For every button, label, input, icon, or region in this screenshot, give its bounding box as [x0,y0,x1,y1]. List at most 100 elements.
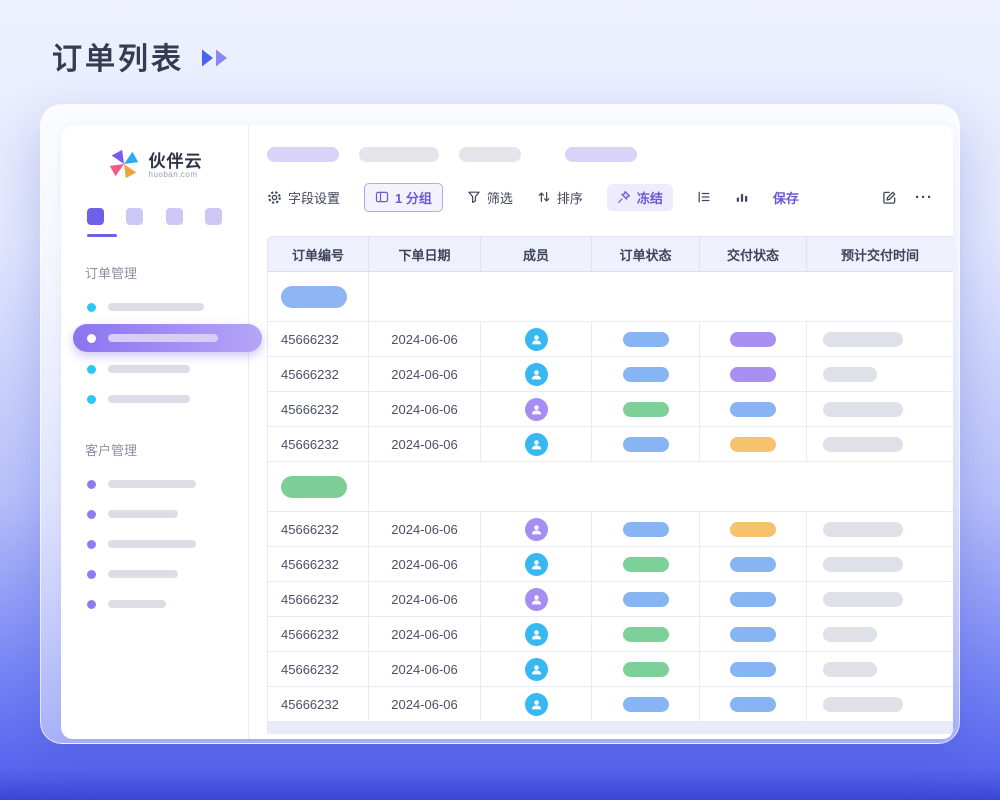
sidebar-tab-3[interactable] [166,208,183,225]
toolbar-chart-button[interactable] [735,190,749,204]
group-header-spacer [369,272,953,322]
sidebar-item[interactable] [61,469,248,499]
group-header-row [267,462,953,512]
sidebar-item[interactable] [61,529,248,559]
toolbar-more-button[interactable]: ··· [915,189,933,206]
toolbar-field-settings-button[interactable]: 字段设置 [267,188,340,207]
group-pill[interactable] [281,286,347,308]
toolbar-filter-button[interactable]: 筛选 [467,188,513,207]
toolbar-freeze-label: 冻结 [637,188,663,207]
order-status-pill [623,332,669,347]
cell-member [481,357,592,392]
order-table: 订单编号下单日期成员订单状态交付状态预计交付时间 456662322024-06… [267,236,953,722]
cell-order-no: 45666232 [267,617,369,652]
cell-delivery-status [700,427,807,462]
eta-skeleton-pill [823,557,903,572]
toolbar-group-button[interactable]: 1 分组 [364,183,443,212]
cell-order-no: 45666232 [267,427,369,462]
logo-domain: huoban.com [149,171,203,180]
column-header-delivery-status[interactable]: 交付状态 [700,236,807,272]
edit-icon [882,190,897,205]
group-icon [375,190,389,204]
table-row[interactable]: 456662322024-06-06 [267,427,953,462]
table-row[interactable]: 456662322024-06-06 [267,582,953,617]
column-header-order-no[interactable]: 订单编号 [267,236,369,272]
group-header-cell [267,462,369,512]
sidebar-item[interactable] [61,589,248,619]
table-row[interactable]: 456662322024-06-06 [267,547,953,582]
sort-icon [537,190,551,204]
toolbar-save-button[interactable]: 保存 [773,188,799,207]
cell-member [481,652,592,687]
cell-order-status [592,547,700,582]
sidebar-item[interactable] [61,354,248,384]
table-row[interactable]: 456662322024-06-06 [267,617,953,652]
sidebar-item[interactable] [61,499,248,529]
order-status-pill [623,592,669,607]
column-header-member[interactable]: 成员 [481,236,592,272]
sidebar-item-active[interactable] [73,324,262,352]
group-header-row [267,272,953,322]
eta-skeleton-pill [823,367,877,382]
sidebar-item[interactable] [61,292,248,322]
cell-member [481,547,592,582]
table-row[interactable]: 456662322024-06-06 [267,392,953,427]
delivery-status-pill [730,332,776,347]
sidebar-item[interactable] [61,384,248,414]
column-header-eta[interactable]: 预计交付时间 [807,236,953,272]
column-header-order-status[interactable]: 订单状态 [592,236,700,272]
sidebar-tab-4[interactable] [205,208,222,225]
eta-skeleton-pill [823,697,903,712]
cell-order-date: 2024-06-06 [369,392,481,427]
item-dot-icon [87,600,96,609]
cell-order-no: 45666232 [267,392,369,427]
delivery-status-pill [730,592,776,607]
sidebar-section-label: 客户管理 [85,440,248,459]
order-status-pill [623,662,669,677]
cell-order-status [592,392,700,427]
group-pill[interactable] [281,476,347,498]
sidebar: 伙伴云 huoban.com 订单管理客户管理 [61,125,249,739]
table-row[interactable]: 456662322024-06-06 [267,512,953,547]
eta-skeleton-pill [823,627,877,642]
cell-eta [807,357,953,392]
toolbar-save-label: 保存 [773,188,799,207]
table-row[interactable]: 456662322024-06-06 [267,687,953,722]
cell-order-date: 2024-06-06 [369,357,481,392]
sidebar-item[interactable] [61,559,248,589]
member-avatar [525,518,548,541]
active-tab-underline [87,234,117,237]
sidebar-tab-2[interactable] [126,208,143,225]
item-skeleton-bar [108,540,196,548]
toolbar-sort-button[interactable]: 排序 [537,188,583,207]
eta-skeleton-pill [823,402,903,417]
cell-order-status [592,652,700,687]
group-header-cell [267,272,369,322]
table-row[interactable]: 456662322024-06-06 [267,652,953,687]
cell-eta [807,652,953,687]
toolbar-row-height-button[interactable] [697,190,711,204]
table-row[interactable]: 456662322024-06-06 [267,322,953,357]
item-dot-icon [87,334,96,343]
toolbar-edit-button[interactable] [882,190,897,205]
cell-order-no: 45666232 [267,687,369,722]
toolbar-left: 字段设置 1 分组 筛选 排序 冻结 保存 [267,183,799,212]
sidebar-tabs [61,208,248,225]
cell-order-status [592,512,700,547]
item-skeleton-bar [108,365,190,373]
cell-delivery-status [700,357,807,392]
sidebar-tab-1[interactable] [87,208,104,225]
member-avatar [525,658,548,681]
item-dot-icon [87,570,96,579]
cell-eta [807,687,953,722]
table-row[interactable]: 456662322024-06-06 [267,357,953,392]
cell-eta [807,512,953,547]
sidebar-section-label: 订单管理 [85,263,248,282]
column-header-order-date[interactable]: 下单日期 [369,236,481,272]
sidebar-menus: 订单管理客户管理 [61,263,248,619]
toolbar-freeze-button[interactable]: 冻结 [607,184,673,211]
header-skeleton-pill [565,147,637,162]
cell-member [481,617,592,652]
item-skeleton-bar [108,510,178,518]
group-header-spacer [369,462,953,512]
